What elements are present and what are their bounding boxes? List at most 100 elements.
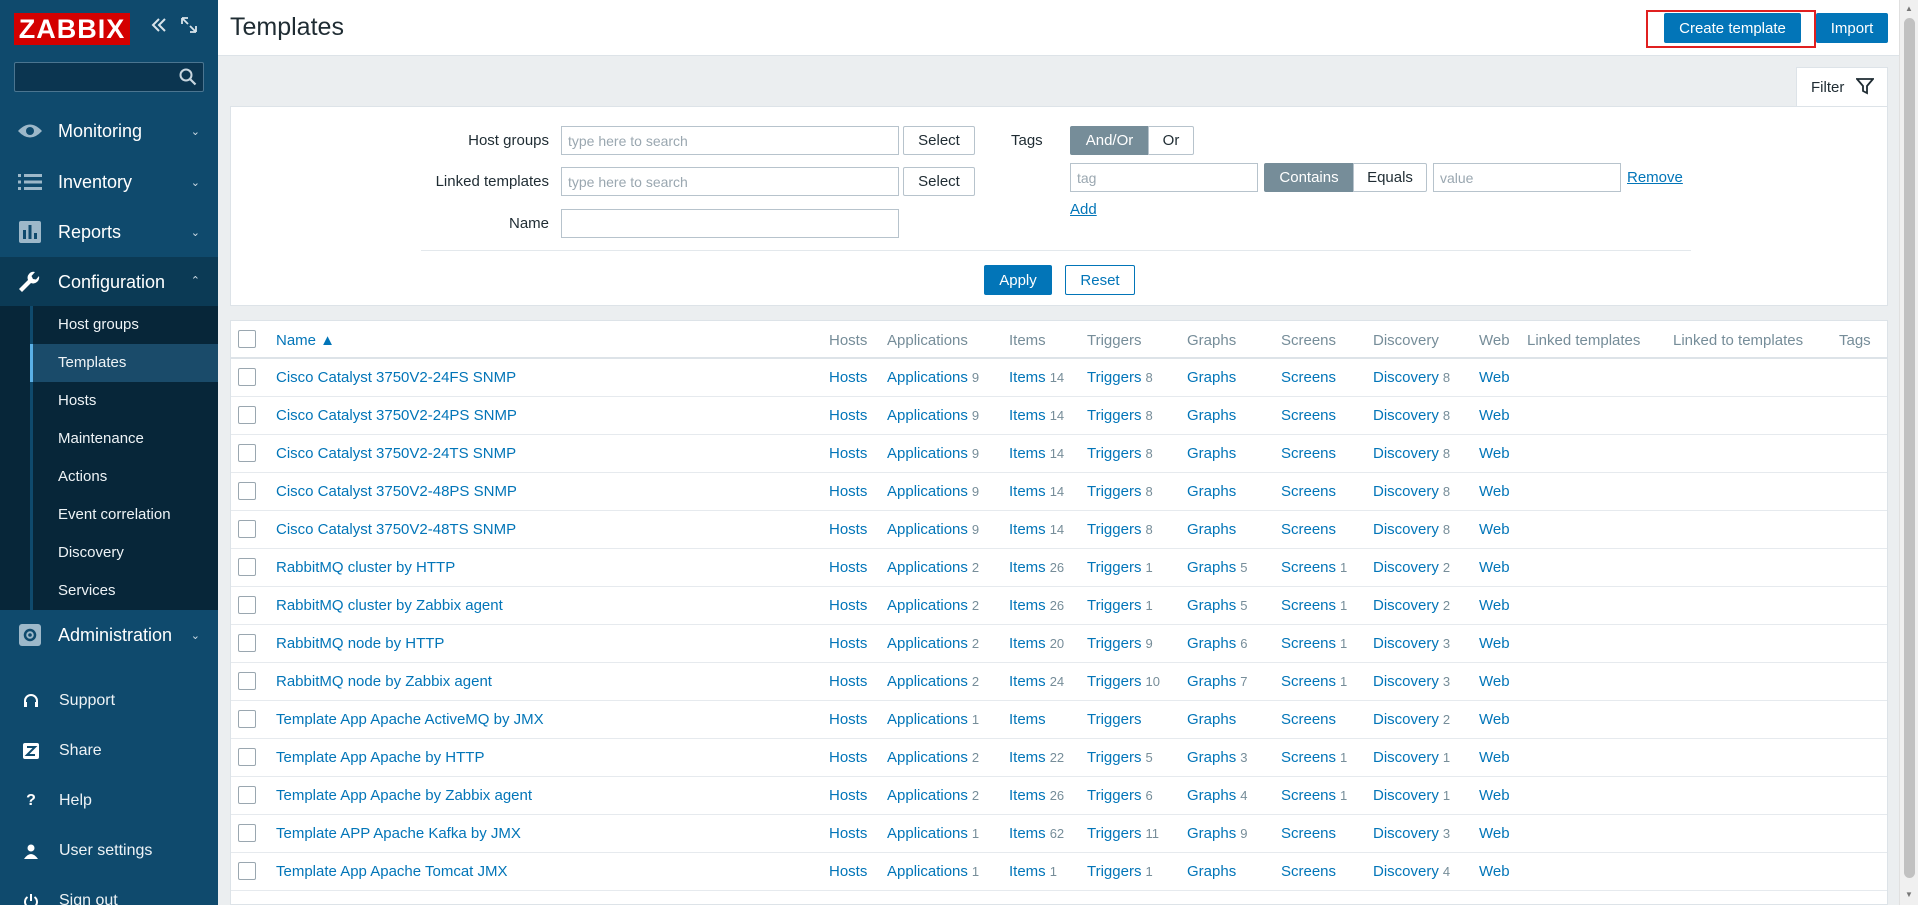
triggers-link[interactable]: Triggers (1087, 749, 1141, 766)
scroll-up-arrow-icon[interactable]: ▲ (1905, 4, 1913, 13)
graphs-link[interactable]: Graphs (1187, 825, 1236, 842)
items-link[interactable]: Items (1009, 407, 1046, 424)
discovery-link[interactable]: Discovery (1373, 445, 1439, 462)
graphs-link[interactable]: Graphs (1187, 635, 1236, 652)
screens-link[interactable]: Screens (1281, 521, 1336, 538)
discovery-link[interactable]: Discovery (1373, 483, 1439, 500)
row-checkbox[interactable] (238, 748, 256, 766)
web-link[interactable]: Web (1479, 483, 1510, 500)
page-scrollbar[interactable]: ▲ ▼ (1899, 0, 1918, 905)
screens-link[interactable]: Screens (1281, 369, 1336, 386)
discovery-link[interactable]: Discovery (1373, 863, 1439, 880)
triggers-link[interactable]: Triggers (1087, 597, 1141, 614)
tags-or-toggle[interactable]: Or (1148, 126, 1194, 155)
submenu-services[interactable]: Services (30, 572, 218, 610)
triggers-link[interactable]: Triggers (1087, 635, 1141, 652)
screens-link[interactable]: Screens (1281, 483, 1336, 500)
submenu-host-groups[interactable]: Host groups (30, 306, 218, 344)
items-link[interactable]: Items (1009, 749, 1046, 766)
applications-link[interactable]: Applications (887, 407, 968, 424)
graphs-link[interactable]: Graphs (1187, 711, 1236, 728)
row-checkbox[interactable] (238, 444, 256, 462)
discovery-link[interactable]: Discovery (1373, 673, 1439, 690)
applications-link[interactable]: Applications (887, 711, 968, 728)
items-link[interactable]: Items (1009, 673, 1046, 690)
row-checkbox[interactable] (238, 634, 256, 652)
applications-link[interactable]: Applications (887, 597, 968, 614)
linked-templates-input[interactable] (561, 167, 899, 196)
name-link[interactable]: Cisco Catalyst 3750V2-48PS SNMP (276, 483, 517, 500)
row-checkbox[interactable] (238, 368, 256, 386)
screens-link[interactable]: Screens (1281, 673, 1336, 690)
screens-link[interactable]: Screens (1281, 787, 1336, 804)
screens-link[interactable]: Screens (1281, 825, 1336, 842)
scrollbar-thumb[interactable] (1904, 18, 1915, 878)
name-link[interactable]: Template App Apache Tomcat JMX (276, 863, 508, 880)
screens-link[interactable]: Screens (1281, 749, 1336, 766)
submenu-actions[interactable]: Actions (30, 458, 218, 496)
double-chevron-left-icon[interactable] (148, 16, 170, 38)
screens-link[interactable]: Screens (1281, 407, 1336, 424)
menu-help[interactable]: ? Help (0, 776, 218, 826)
tag-contains-toggle[interactable]: Contains (1264, 163, 1354, 192)
discovery-link[interactable]: Discovery (1373, 597, 1439, 614)
name-input[interactable] (561, 209, 899, 238)
name-link[interactable]: Cisco Catalyst 3750V2-48TS SNMP (276, 521, 516, 538)
triggers-link[interactable]: Triggers (1087, 521, 1141, 538)
applications-link[interactable]: Applications (887, 445, 968, 462)
hosts-link[interactable]: Hosts (829, 863, 867, 880)
tag-add-link[interactable]: Add (1070, 201, 1097, 218)
name-link[interactable]: RabbitMQ node by HTTP (276, 635, 444, 652)
linked-templates-select-button[interactable]: Select (903, 167, 975, 196)
discovery-link[interactable]: Discovery (1373, 787, 1439, 804)
applications-link[interactable]: Applications (887, 825, 968, 842)
applications-link[interactable]: Applications (887, 521, 968, 538)
zabbix-logo[interactable]: ZABBIX (14, 13, 130, 45)
row-checkbox[interactable] (238, 596, 256, 614)
triggers-link[interactable]: Triggers (1087, 863, 1141, 880)
items-link[interactable]: Items (1009, 445, 1046, 462)
screens-link[interactable]: Screens (1281, 863, 1336, 880)
kiosk-mode-icon[interactable] (178, 16, 200, 38)
graphs-link[interactable]: Graphs (1187, 863, 1236, 880)
discovery-link[interactable]: Discovery (1373, 369, 1439, 386)
create-template-button[interactable]: Create template (1664, 13, 1801, 43)
triggers-link[interactable]: Triggers (1087, 787, 1141, 804)
graphs-link[interactable]: Graphs (1187, 559, 1236, 576)
host-groups-select-button[interactable]: Select (903, 126, 975, 155)
submenu-templates[interactable]: Templates (30, 344, 218, 382)
hosts-link[interactable]: Hosts (829, 483, 867, 500)
select-all-checkbox[interactable] (238, 330, 256, 348)
triggers-link[interactable]: Triggers (1087, 483, 1141, 500)
tag-remove-link[interactable]: Remove (1627, 169, 1683, 186)
apply-button[interactable]: Apply (984, 265, 1052, 295)
discovery-link[interactable]: Discovery (1373, 825, 1439, 842)
applications-link[interactable]: Applications (887, 559, 968, 576)
web-link[interactable]: Web (1479, 863, 1510, 880)
hosts-link[interactable]: Hosts (829, 559, 867, 576)
tags-andor-toggle[interactable]: And/Or (1070, 126, 1149, 155)
row-checkbox[interactable] (238, 786, 256, 804)
submenu-maintenance[interactable]: Maintenance (30, 420, 218, 458)
submenu-discovery[interactable]: Discovery (30, 534, 218, 572)
hosts-link[interactable]: Hosts (829, 369, 867, 386)
hosts-link[interactable]: Hosts (829, 635, 867, 652)
web-link[interactable]: Web (1479, 407, 1510, 424)
submenu-event-correlation[interactable]: Event correlation (30, 496, 218, 534)
menu-share[interactable]: Share (0, 726, 218, 776)
screens-link[interactable]: Screens (1281, 635, 1336, 652)
discovery-link[interactable]: Discovery (1373, 749, 1439, 766)
applications-link[interactable]: Applications (887, 749, 968, 766)
menu-sign-out[interactable]: Sign out (0, 876, 218, 905)
filter-tab[interactable]: Filter (1796, 67, 1888, 107)
name-link[interactable]: RabbitMQ cluster by Zabbix agent (276, 597, 503, 614)
applications-link[interactable]: Applications (887, 673, 968, 690)
row-checkbox[interactable] (238, 672, 256, 690)
graphs-link[interactable]: Graphs (1187, 749, 1236, 766)
name-link[interactable]: Cisco Catalyst 3750V2-24PS SNMP (276, 407, 517, 424)
row-checkbox[interactable] (238, 824, 256, 842)
triggers-link[interactable]: Triggers (1087, 559, 1141, 576)
graphs-link[interactable]: Graphs (1187, 369, 1236, 386)
menu-configuration[interactable]: Configuration ⌃ (0, 257, 218, 307)
web-link[interactable]: Web (1479, 749, 1510, 766)
